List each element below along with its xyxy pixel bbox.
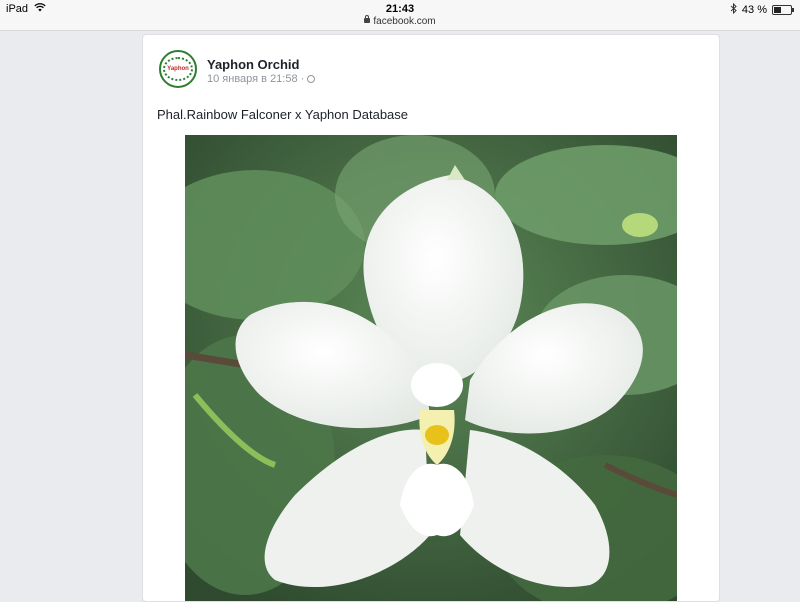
post-photo[interactable] (185, 135, 677, 601)
page-avatar[interactable]: Yaphon (159, 50, 197, 88)
meta-separator: · (300, 73, 305, 85)
post-text: Phal.Rainbow Falconer x Yaphon Database (157, 107, 409, 122)
post-meta: 10 января в 21:58 · (207, 73, 316, 85)
post-card: Yaphon Yaphon Orchid 10 января в 21:58 ·… (142, 34, 720, 602)
battery-percent: 43 % (741, 4, 767, 16)
status-bar: iPad 21:43 facebook.com 43 % (0, 0, 800, 31)
post-date[interactable]: 10 января в 21:58 (207, 73, 298, 85)
globe-icon (307, 75, 316, 83)
bluetooth-icon (730, 2, 737, 17)
bud (622, 213, 658, 237)
url-text: facebook.com (373, 16, 436, 27)
yellow-callus (425, 425, 449, 445)
avatar-logo: Yaphon (163, 57, 193, 81)
battery-icon (772, 5, 794, 15)
status-right: 43 % (730, 2, 794, 17)
page-name-link[interactable]: Yaphon Orchid (207, 57, 299, 72)
address-bar[interactable]: facebook.com (0, 15, 800, 27)
clock: 21:43 (385, 3, 415, 15)
battery-fill (774, 7, 781, 13)
orchid-photo-illustration (185, 135, 677, 601)
lock-icon (364, 15, 371, 23)
column (411, 363, 463, 407)
